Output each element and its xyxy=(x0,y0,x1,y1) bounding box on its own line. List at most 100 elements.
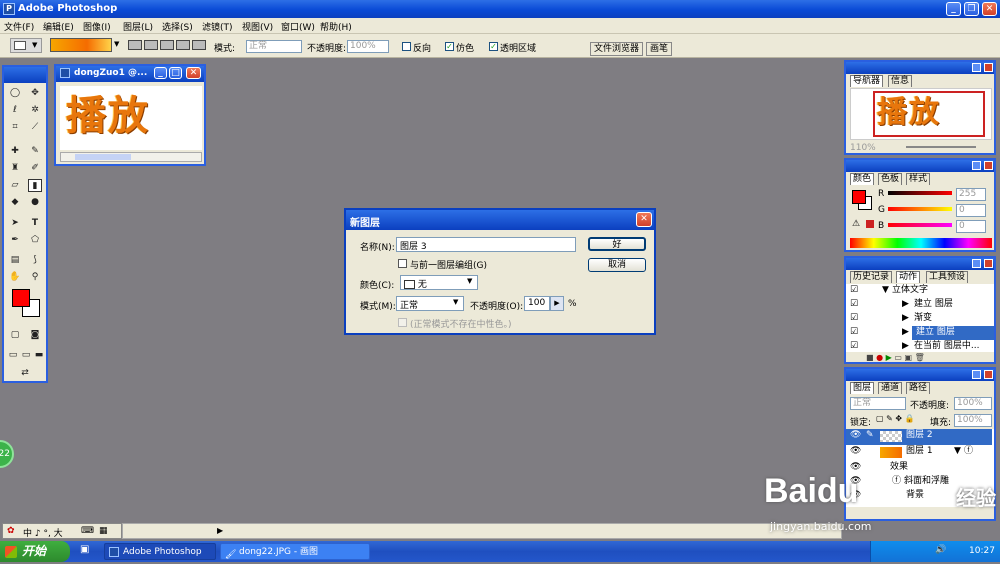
pen-tool-icon[interactable]: ✒ xyxy=(8,234,22,247)
color-select[interactable]: 无 ▼ xyxy=(400,275,478,290)
g-input[interactable]: 0 xyxy=(956,204,986,217)
reflected-gradient-icon[interactable] xyxy=(176,40,190,50)
eraser-tool-icon[interactable]: ▱ xyxy=(8,179,22,192)
quick-mask-icon[interactable]: ◙ xyxy=(28,329,42,342)
tab-color[interactable]: 颜色 xyxy=(850,173,875,185)
fill-input[interactable]: 100% xyxy=(954,414,992,427)
group-checkbox[interactable] xyxy=(398,259,407,268)
crop-tool-icon[interactable]: ⌗ xyxy=(8,121,22,134)
document-canvas[interactable]: 播放 xyxy=(60,86,202,150)
standard-mode-icon[interactable]: ▢ xyxy=(8,329,22,342)
panel-close-icon[interactable] xyxy=(984,370,993,379)
cancel-button[interactable]: 取消 xyxy=(588,258,646,272)
menu-select[interactable]: 选择(S) xyxy=(162,20,193,33)
blur-tool-icon[interactable]: ◆ xyxy=(8,196,22,209)
type-tool-icon[interactable]: T xyxy=(28,217,42,230)
layer-row[interactable]: 👁 图层 1 ▼ ⓕ xyxy=(846,445,992,461)
ime-status-text[interactable]: 中 ♪ °, 大 xyxy=(23,526,63,539)
keyboard-icon[interactable]: ⌨ xyxy=(81,526,94,536)
eye-icon[interactable]: 👁 xyxy=(850,429,861,442)
mode-select[interactable]: 正常 xyxy=(246,40,302,53)
tab-paths[interactable]: 路径 xyxy=(906,382,931,394)
menu-image[interactable]: 图像(I) xyxy=(83,20,111,33)
menu-view[interactable]: 视图(V) xyxy=(242,20,273,33)
lock-move-icon[interactable]: ✥ xyxy=(895,414,902,423)
tab-file-browser[interactable]: 文件浏览器 xyxy=(590,42,644,56)
new-action-icon[interactable]: ▣ xyxy=(904,353,912,362)
move-tool-icon[interactable]: ✥ xyxy=(28,87,42,100)
new-set-icon[interactable]: ▭ xyxy=(894,353,902,362)
opacity-slider-arrow-icon[interactable]: ▶ xyxy=(550,296,564,311)
menu-help[interactable]: 帮助(H) xyxy=(320,20,352,33)
side-badge[interactable]: 22 xyxy=(0,440,14,468)
lock-paint-icon[interactable]: ✎ xyxy=(886,414,893,423)
tab-swatches[interactable]: 色板 xyxy=(878,173,903,185)
healing-brush-tool-icon[interactable]: ✚ xyxy=(8,145,22,158)
ok-button[interactable]: 好 xyxy=(588,237,646,251)
tool-preset-picker[interactable]: ▼ xyxy=(10,38,42,53)
lock-all-icon[interactable]: 🔒 xyxy=(905,414,915,423)
menu-file[interactable]: 文件(F) xyxy=(4,20,34,33)
layer-opacity-input[interactable]: 100% xyxy=(954,397,992,410)
navigator-zoom-slider[interactable] xyxy=(906,146,976,148)
list-item[interactable]: ☑ ▶ 建立 图层 xyxy=(846,298,992,312)
r-input[interactable]: 255 xyxy=(956,188,986,201)
clock[interactable]: 10:27 xyxy=(969,546,995,556)
color-ramp[interactable] xyxy=(850,238,992,248)
gradient-picker[interactable] xyxy=(50,38,112,52)
screen-mode-full-icon[interactable]: ▬ xyxy=(32,349,46,362)
document-hscrollbar[interactable] xyxy=(60,152,202,162)
tab-navigator[interactable]: 导航器 xyxy=(850,75,884,87)
panel-minimize-icon[interactable] xyxy=(972,63,981,72)
panel-close-icon[interactable] xyxy=(984,161,993,170)
tab-tool-presets[interactable]: 工具预设 xyxy=(926,271,969,283)
radial-gradient-icon[interactable] xyxy=(144,40,158,50)
slice-tool-icon[interactable]: ⟋ xyxy=(28,121,42,134)
close-icon[interactable]: ✕ xyxy=(982,2,997,16)
list-item[interactable]: ☑ ▼ 立体文字 xyxy=(846,284,992,298)
angle-gradient-icon[interactable] xyxy=(160,40,174,50)
speaker-icon[interactable]: 🔊 xyxy=(935,545,946,555)
hscroll-thumb[interactable] xyxy=(75,154,131,160)
menu-filter[interactable]: 滤镜(T) xyxy=(202,20,233,33)
layer-name-input[interactable]: 图层 3 xyxy=(396,237,576,252)
gradient-dropdown-icon[interactable]: ▼ xyxy=(114,40,119,48)
start-button[interactable]: 开始 xyxy=(0,541,70,562)
lock-transparent-icon[interactable]: ▢ xyxy=(876,414,884,423)
panel-fg-swatch[interactable] xyxy=(852,190,866,204)
tab-layers[interactable]: 图层 xyxy=(850,382,875,394)
gradient-tool-icon[interactable]: ▮ xyxy=(28,179,42,192)
eye-icon[interactable]: 👁 xyxy=(850,445,861,458)
delete-icon[interactable]: 🗑 xyxy=(915,353,925,362)
record-icon[interactable]: ● xyxy=(876,353,883,362)
gamut-swatch[interactable] xyxy=(866,220,874,228)
tab-styles[interactable]: 样式 xyxy=(906,173,931,185)
b-input[interactable]: 0 xyxy=(956,220,986,233)
reverse-checkbox[interactable] xyxy=(402,42,411,51)
blend-mode-select[interactable]: 正常 ▼ xyxy=(396,296,464,311)
dither-checkbox[interactable]: ✓ xyxy=(445,42,454,51)
panel-minimize-icon[interactable] xyxy=(972,259,981,268)
gamut-warning-icon[interactable]: ⚠ xyxy=(852,219,860,229)
layer-blend-mode[interactable]: 正常 xyxy=(850,397,906,410)
task-photoshop[interactable]: Adobe Photoshop xyxy=(104,543,216,560)
panel-close-icon[interactable] xyxy=(984,259,993,268)
tab-channels[interactable]: 通道 xyxy=(878,382,903,394)
doc-close-icon[interactable]: ✕ xyxy=(186,67,201,79)
g-slider[interactable] xyxy=(888,207,952,211)
layer-row[interactable]: 👁 ✎ 图层 2 xyxy=(846,429,992,445)
hand-tool-icon[interactable]: ✋ xyxy=(8,271,22,284)
tab-actions[interactable]: 动作 xyxy=(896,271,921,283)
menu-layer[interactable]: 图层(L) xyxy=(123,20,153,33)
path-selection-tool-icon[interactable]: ➤ xyxy=(8,217,22,230)
panel-close-icon[interactable] xyxy=(984,63,993,72)
list-item-selected[interactable]: 建立 图层 xyxy=(912,326,994,340)
tab-brushes[interactable]: 画笔 xyxy=(646,42,673,56)
brush-tool-icon[interactable]: ✎ xyxy=(28,145,42,158)
stamp-tool-icon[interactable]: ♜ xyxy=(8,162,22,175)
linear-gradient-icon[interactable] xyxy=(128,40,142,50)
play-icon[interactable]: ▶ xyxy=(886,353,892,362)
list-item[interactable]: ☑ ▶ 在当前 图层中... xyxy=(846,340,992,354)
lasso-tool-icon[interactable]: ℓ xyxy=(8,104,22,117)
dodge-tool-icon[interactable]: ● xyxy=(28,196,42,209)
